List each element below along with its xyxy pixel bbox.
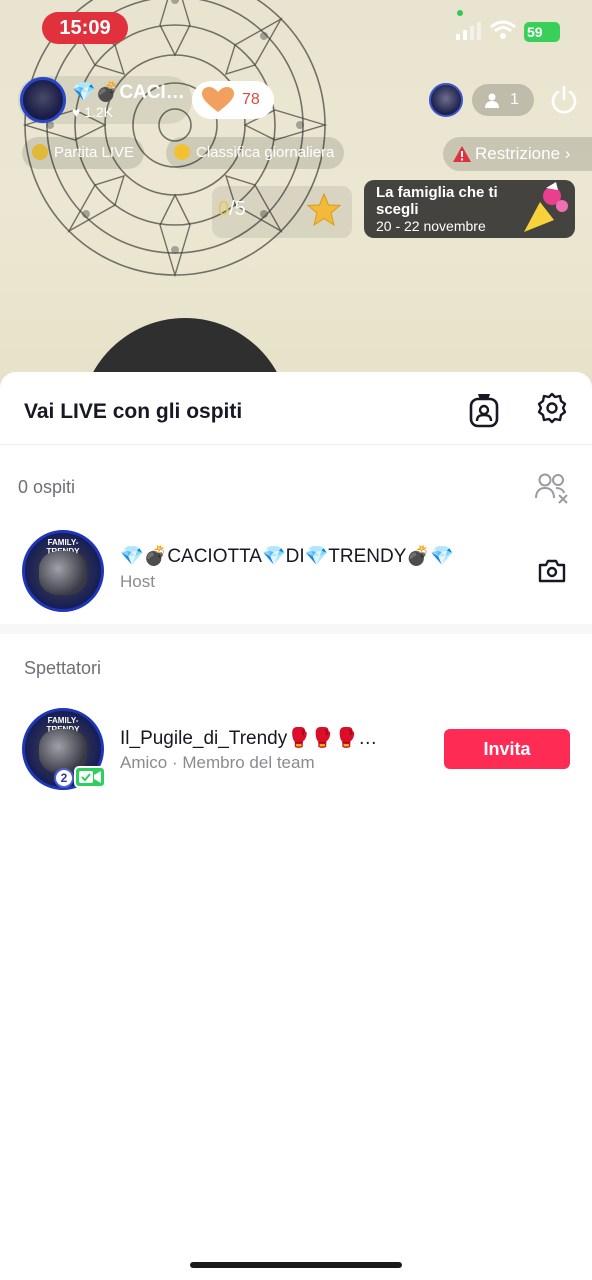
restriction-label: Restrizione — [475, 144, 561, 163]
event-dates: 20 - 22 novembre — [376, 218, 486, 234]
goal-progress-done: 0 — [218, 198, 230, 220]
event-title: La famiglia che ti scegli — [376, 184, 498, 218]
star-icon — [306, 192, 342, 227]
guests-bottom-sheet: Vai LIVE con gli ospiti 0 ospiti FAMILY-… — [0, 372, 592, 1280]
viewer-row-name: Il_Pugile_di_Trendy🥊🥊🥊… — [120, 728, 378, 749]
live-match-chip[interactable]: Partita LIVE — [22, 137, 145, 169]
viewers-count: 1 — [510, 91, 519, 108]
remove-guests-icon[interactable] — [534, 472, 570, 504]
wifi-icon — [490, 20, 516, 39]
badge-icon[interactable] — [468, 392, 500, 428]
warning-icon — [453, 146, 471, 162]
status-bar: 15:09 59 — [0, 0, 592, 54]
signal-icon — [456, 22, 481, 40]
status-time[interactable]: 15:09 — [42, 12, 128, 44]
host-row-role: Host — [120, 572, 155, 591]
party-horn-icon — [524, 182, 568, 232]
sheet-divider — [0, 444, 592, 445]
trophy-icon — [174, 144, 190, 160]
heart-icon — [202, 87, 234, 112]
chevron-right-icon: › — [560, 144, 571, 163]
host-avatar-photo — [39, 551, 87, 595]
host-row-avatar[interactable]: FAMILY-TRENDY — [22, 530, 104, 612]
daily-ranking-label: Classifica giornaliera — [196, 144, 335, 161]
section-separator — [0, 624, 592, 634]
hearts-count: 78 — [242, 91, 260, 108]
sheet-title: Vai LIVE con gli ospiti — [24, 400, 243, 423]
viewer-row-subtitle: Amico · Membro del team — [120, 753, 315, 772]
host-row-name: 💎💣CACIOTTA💎DI💎TRENDY💣💎 — [120, 546, 454, 567]
host-avatar[interactable] — [20, 77, 66, 123]
goal-progress-text: 0/5 — [218, 198, 246, 221]
power-icon[interactable] — [548, 84, 580, 116]
goal-progress-total: /5 — [229, 198, 246, 220]
flip-camera-icon[interactable] — [536, 556, 568, 586]
level-badge: 2 — [54, 768, 74, 788]
host-name: 💎💣CACI… — [72, 82, 185, 103]
live-match-label: Partita LIVE — [54, 144, 135, 161]
invite-button[interactable]: Invita — [444, 729, 570, 769]
viewers-pill[interactable] — [472, 84, 534, 116]
top-viewer-avatar[interactable] — [429, 83, 463, 117]
spectators-header: Spettatori — [24, 658, 102, 678]
person-icon — [485, 93, 499, 108]
battery-indicator: 59 — [524, 22, 560, 42]
home-indicator[interactable] — [190, 1262, 402, 1268]
restriction-chip[interactable]: Restrizione › — [443, 137, 592, 171]
gear-icon[interactable] — [536, 392, 568, 424]
match-icon — [32, 144, 48, 160]
host-likes-count: ♥ 1.2K — [72, 104, 114, 120]
daily-ranking-chip[interactable]: Classifica giornaliera — [166, 137, 345, 169]
video-camera-icon — [74, 766, 106, 788]
camera-indicator-dot — [457, 10, 463, 16]
guests-count: 0 ospiti — [18, 477, 76, 497]
